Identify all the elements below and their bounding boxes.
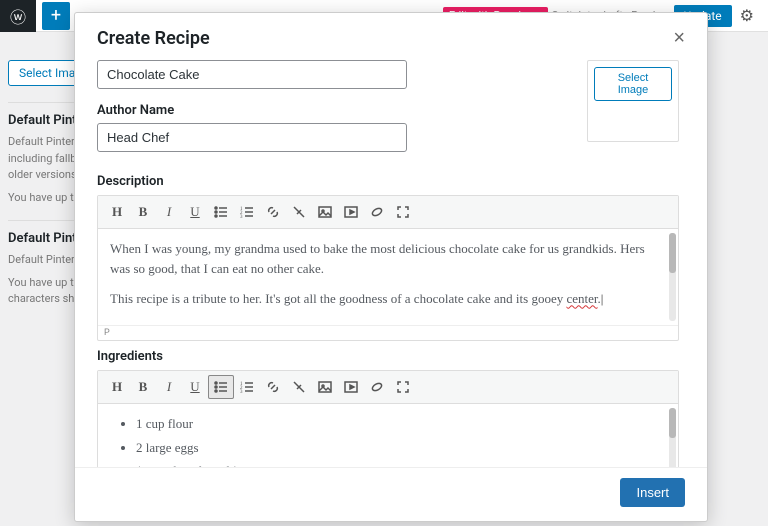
unlink-button[interactable] [286, 375, 312, 399]
bold-button[interactable]: B [130, 375, 156, 399]
select-image-button[interactable]: Select Image [594, 67, 672, 101]
author-name-label: Author Name [97, 103, 573, 118]
author-name-input[interactable] [97, 123, 407, 152]
editor-scrollbar[interactable] [669, 233, 676, 321]
ingredients-editor: H B I U 123 1 cup flour 2 larg [97, 370, 679, 467]
add-block-button[interactable]: + [42, 2, 70, 30]
italic-button[interactable]: I [156, 375, 182, 399]
ol-button[interactable]: 123 [234, 200, 260, 224]
link-button[interactable] [260, 200, 286, 224]
underline-button[interactable]: U [182, 200, 208, 224]
fullscreen-button[interactable] [390, 375, 416, 399]
ul-button[interactable] [208, 200, 234, 224]
unlink-button[interactable] [286, 200, 312, 224]
link-button[interactable] [260, 375, 286, 399]
heading-button[interactable]: H [104, 200, 130, 224]
heading-button[interactable]: H [104, 375, 130, 399]
insert-button[interactable]: Insert [620, 478, 685, 507]
list-item: 1 cup flour [136, 414, 666, 434]
fullscreen-button[interactable] [390, 200, 416, 224]
svg-text:3: 3 [240, 215, 243, 220]
ingredients-content[interactable]: 1 cup flour 2 large eggs 1 cup chocolate… [98, 404, 678, 467]
list-item: 2 large eggs [136, 438, 666, 458]
svg-text:3: 3 [240, 390, 243, 395]
video-button[interactable] [338, 200, 364, 224]
image-button[interactable] [312, 375, 338, 399]
image-upload-panel: Select Image [587, 60, 679, 142]
editor-scrollbar[interactable] [669, 408, 676, 467]
description-editor: H B I U 123 When I was young, my grandma… [97, 195, 679, 341]
list-item: 1 cup chocolate chips [136, 461, 666, 467]
wp-logo-icon[interactable]: ⓦ [0, 0, 36, 32]
ingredients-label: Ingredients [97, 349, 679, 364]
ul-button[interactable] [208, 375, 234, 399]
description-toolbar: H B I U 123 [98, 196, 678, 229]
settings-icon[interactable]: ⚙ [736, 6, 758, 25]
image-button[interactable] [312, 200, 338, 224]
attach-button[interactable] [364, 200, 390, 224]
description-path: P [98, 325, 678, 340]
create-recipe-modal: Create Recipe × Author Name Select Image [74, 12, 708, 522]
description-p1: When I was young, my grandma used to bak… [110, 241, 645, 276]
description-label: Description [97, 174, 679, 189]
recipe-name-input[interactable] [97, 60, 407, 89]
description-content[interactable]: When I was young, my grandma used to bak… [98, 229, 678, 325]
bold-button[interactable]: B [130, 200, 156, 224]
ingredients-toolbar: H B I U 123 [98, 371, 678, 404]
italic-button[interactable]: I [156, 200, 182, 224]
close-button[interactable]: × [673, 27, 685, 50]
modal-title: Create Recipe [97, 28, 210, 49]
video-button[interactable] [338, 375, 364, 399]
underline-button[interactable]: U [182, 375, 208, 399]
attach-button[interactable] [364, 375, 390, 399]
ol-button[interactable]: 123 [234, 375, 260, 399]
